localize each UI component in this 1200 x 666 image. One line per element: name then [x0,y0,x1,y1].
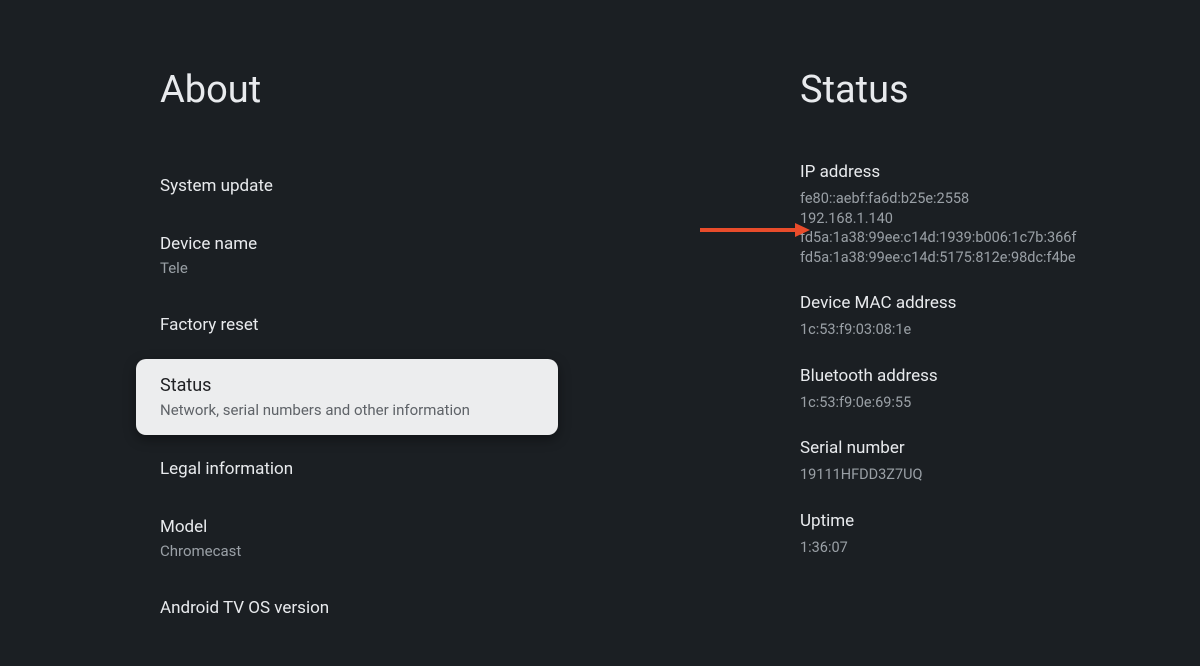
menu-item-legal-information[interactable]: Legal information [160,445,600,493]
status-panel: Status IP address fe80::aebf:fa6d:b25e:2… [600,0,1200,666]
menu-item-factory-reset[interactable]: Factory reset [160,301,600,349]
status-label: Device MAC address [800,293,1140,313]
ip-line: fd5a:1a38:99ee:c14d:1939:b006:1c7b:366f [800,228,1140,248]
menu-item-title: Legal information [160,459,600,479]
ip-line: fe80::aebf:fa6d:b25e:2558 [800,189,1140,209]
status-title: Status [800,68,1140,112]
status-label: Uptime [800,511,1140,531]
menu-item-android-tv-os-version[interactable]: Android TV OS version [160,584,600,632]
status-serial-number: Serial number 19111HFDD3Z7UQ [800,438,1140,485]
status-value: 1c:53:f9:0e:69:55 [800,393,1140,413]
menu-item-title: Device name [160,234,600,254]
status-value: 1c:53:f9:03:08:1e [800,320,1140,340]
ip-line: 192.168.1.140 [800,209,1140,229]
about-title: About [160,68,600,112]
status-value: 19111HFDD3Z7UQ [800,465,1140,485]
status-ip-address: IP address fe80::aebf:fa6d:b25e:2558 192… [800,162,1140,267]
status-uptime: Uptime 1:36:07 [800,511,1140,558]
menu-item-system-update[interactable]: System update [160,162,600,210]
ip-line: fd5a:1a38:99ee:c14d:5175:812e:98dc:f4be [800,248,1140,268]
menu-item-title: Android TV OS version [160,598,600,618]
menu-item-subtitle: Network, serial numbers and other inform… [160,401,534,419]
status-value: 1:36:07 [800,538,1140,558]
status-mac-address: Device MAC address 1c:53:f9:03:08:1e [800,293,1140,340]
status-bluetooth-address: Bluetooth address 1c:53:f9:0e:69:55 [800,366,1140,413]
menu-item-subtitle: Tele [160,259,600,277]
status-label: IP address [800,162,1140,182]
about-panel: About System update Device name Tele Fac… [0,0,600,666]
status-label: Bluetooth address [800,366,1140,386]
menu-item-title: System update [160,176,600,196]
menu-item-title: Factory reset [160,315,600,335]
status-label: Serial number [800,438,1140,458]
menu-item-status[interactable]: Status Network, serial numbers and other… [136,359,558,435]
status-value: fe80::aebf:fa6d:b25e:2558 192.168.1.140 … [800,189,1140,267]
menu-item-model[interactable]: Model Chromecast [160,503,600,574]
menu-item-device-name[interactable]: Device name Tele [160,220,600,291]
menu-item-subtitle: Chromecast [160,542,600,560]
menu-item-title: Status [160,375,534,396]
menu-item-title: Model [160,517,600,537]
